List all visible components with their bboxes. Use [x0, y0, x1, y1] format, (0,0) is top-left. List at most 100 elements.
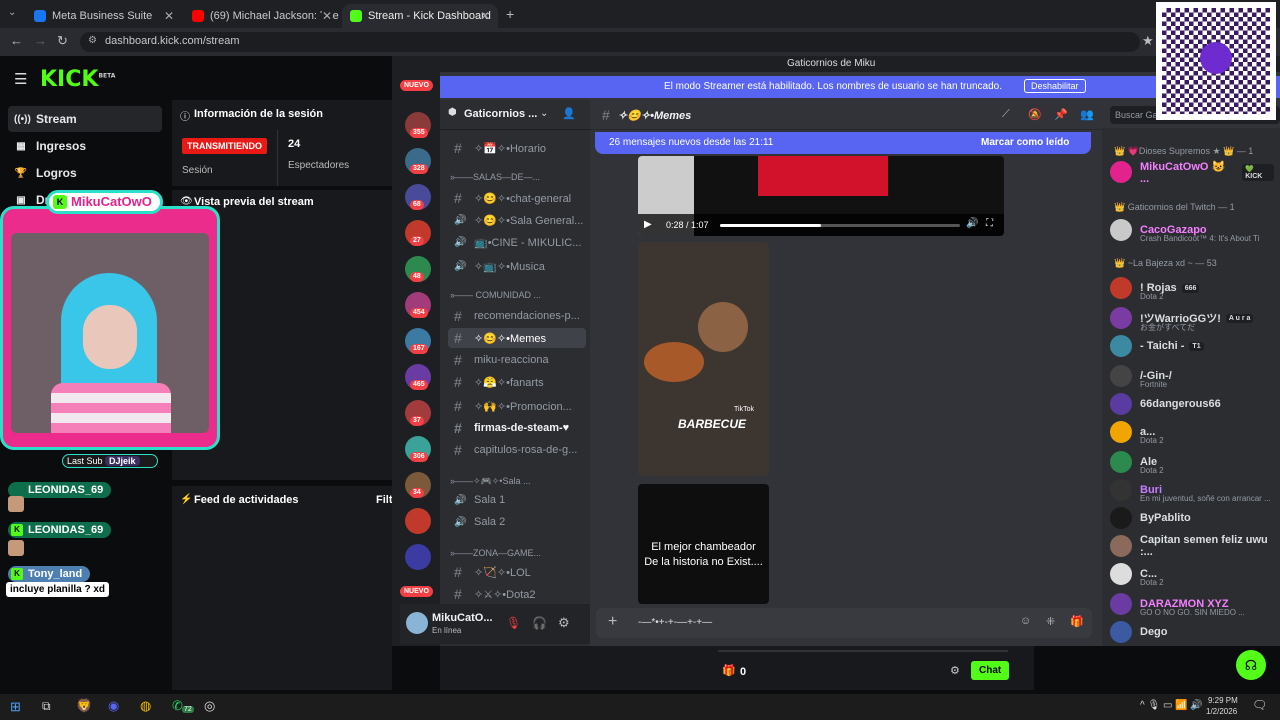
fullscreen-icon[interactable]: ⛶ [986, 218, 993, 229]
text-channel[interactable]: # ✧😤✧•fanarts [448, 372, 586, 392]
text-channel[interactable]: # ✧😊✧•Memes [448, 328, 586, 348]
speaker-icon: 🔊 [454, 260, 467, 272]
add-attachment-icon[interactable]: + [608, 613, 617, 631]
member-activity: Dota 2 [1140, 436, 1164, 445]
member-activity: Crash Bandicoot™ 4: It's About Ti [1140, 234, 1260, 243]
voice-channel[interactable]: 🔊 ✧📺✧•Musica [448, 256, 586, 276]
filter-button[interactable]: Filt [376, 494, 393, 506]
member-row[interactable]: !ツWarrioGGツ! A u r a お金がすべてだ [1110, 304, 1274, 332]
member-row[interactable]: Buri En mi juventud, soñé con arrancar ..… [1110, 476, 1274, 504]
close-icon[interactable]: ✕ [164, 9, 174, 23]
text-channel[interactable]: # ✧🏹✧•LOL [448, 562, 586, 582]
chrome-icon[interactable]: ◍ [140, 698, 151, 714]
pin-icon[interactable]: 📌 [1054, 108, 1068, 121]
chat-settings-icon[interactable]: ⚙ [950, 664, 960, 677]
voice-channel[interactable]: 🔊 Sala 1 [448, 490, 586, 510]
member-row[interactable]: /-Gin-/Fortnite [1110, 362, 1274, 390]
avatar[interactable] [406, 612, 428, 634]
member-row[interactable]: 66dangerous66 [1110, 390, 1274, 418]
back-icon[interactable]: ← [10, 33, 23, 48]
channel-category[interactable]: »——SALAS—DE—... [450, 172, 540, 182]
member-row[interactable]: ! Rojas 666 Dota 2 [1110, 274, 1274, 302]
server-header[interactable]: ⬢ Gaticornios ... ⌄ 👤 [440, 100, 590, 130]
kick-logo[interactable]: KICKBETA [40, 67, 115, 92]
voice-channel[interactable]: 🔊 Sala 2 [448, 512, 586, 532]
task-view-icon[interactable]: ⧉ [42, 699, 51, 714]
member-row[interactable]: - Taichi - T1 [1110, 332, 1274, 360]
forward-icon[interactable]: → [34, 33, 47, 48]
channel-category[interactable]: »——ZONA—GAME... [450, 548, 541, 558]
settings-gear-icon[interactable]: ⚙ [558, 615, 570, 631]
bookmark-star-icon[interactable]: ★ [1142, 33, 1154, 49]
close-icon[interactable]: ✕ [321, 9, 332, 23]
member-row[interactable]: Capitan semen feliz uwu :... [1110, 532, 1274, 560]
video-progress-track[interactable] [720, 224, 960, 227]
voice-channel[interactable]: 🔊 ✧😊✧•Sala General... [448, 210, 586, 230]
system-tray-icons[interactable]: ^ 🎙 ▭ 📶 🔊 [1140, 700, 1203, 711]
tab-search-icon[interactable]: ⌄ [8, 7, 16, 18]
member-row[interactable]: ByPablito [1110, 504, 1274, 532]
member-row[interactable]: a... Dota 2 [1110, 418, 1274, 446]
volume-icon[interactable]: 🔊 [966, 218, 978, 229]
emoji-icon[interactable]: ☺ [1020, 615, 1031, 627]
server-icon[interactable] [405, 544, 431, 570]
url-field[interactable]: ⚙ dashboard.kick.com/stream [80, 32, 1140, 52]
member-row[interactable]: C... Dota 2 [1110, 560, 1274, 588]
channel-category[interactable]: »—— COMUNIDAD ... [450, 290, 541, 300]
member-row[interactable]: CacoGazapo Crash Bandicoot™ 4: It's About… [1110, 216, 1274, 244]
add-member-icon[interactable]: 👤 [562, 107, 576, 120]
gift-icon[interactable]: 🎁 [1070, 615, 1084, 628]
discord-icon[interactable]: ◉ [108, 698, 119, 714]
member-activity: En mi juventud, soñé con arrancar ... [1140, 494, 1271, 503]
mark-read-button[interactable]: Marcar como leído [981, 137, 1069, 148]
tab-youtube[interactable]: (69) Michael Jackson: The Man ✕ [184, 4, 340, 28]
tab-meta[interactable]: Meta Business Suite ✕ [26, 4, 182, 28]
nav-logros[interactable]: 🏆 Logros [8, 160, 162, 186]
members-icon[interactable]: 👥 [1080, 108, 1094, 121]
headphones-icon[interactable]: 🎧 [532, 616, 547, 630]
close-icon[interactable]: ✕ [480, 9, 490, 23]
nav-ingresos[interactable]: ▦ Ingresos [8, 133, 162, 159]
message-composer[interactable]: + -—*•+-+-—+-+— ☺ ⁜ 🎁 [596, 608, 1092, 638]
text-channel[interactable]: # ✧😊✧•chat-general [448, 188, 586, 208]
nav-stream[interactable]: ((•)) Stream [8, 106, 162, 132]
notifications-icon[interactable]: 🗨 [1252, 698, 1267, 712]
tab-kick[interactable]: Stream - Kick Dashboard ✕ [342, 4, 498, 28]
chat-send-button[interactable]: Chat [971, 661, 1010, 680]
new-tab-icon[interactable]: + [506, 6, 514, 22]
mute-icon[interactable]: 🔕 [1028, 108, 1042, 121]
server-icon[interactable] [405, 508, 431, 534]
text-channel[interactable]: # ✧🙌✧•Promocion... [448, 396, 586, 416]
site-info-icon[interactable]: ⚙ [88, 35, 97, 46]
member-name: ByPablito [1140, 512, 1191, 524]
video-attachment[interactable]: ▶ 0:28 / 1:07 🔊 ⛶ [638, 156, 1004, 236]
obs-icon[interactable]: ◎ [204, 698, 215, 714]
text-channel[interactable]: # capitulos-rosa-de-g... [448, 440, 586, 460]
channel-category[interactable]: »——✧🎮✧•Sala ... [450, 476, 530, 487]
member-row[interactable]: Dego [1110, 618, 1274, 646]
meme-video[interactable]: El mejor chambeador De la historia no Ex… [638, 484, 769, 604]
whatsapp-icon[interactable]: ✆ [172, 698, 183, 714]
meme-image[interactable]: BARBECUE TikTok [638, 242, 769, 476]
text-channel[interactable]: # ✧📅✧•Horario [448, 138, 586, 158]
member-row[interactable]: DARAZMON XYZ GO O NO GO. SIN MIEDO ... [1110, 590, 1274, 618]
mic-muted-icon[interactable]: 🎙 [506, 616, 521, 630]
apps-icon[interactable]: ⁜ [1046, 615, 1055, 628]
play-icon[interactable]: ▶ [644, 219, 652, 230]
disable-streamer-mode-button[interactable]: Deshabilitar [1024, 79, 1086, 93]
voice-channel[interactable]: 🔊 📺•CINE - MIKULIC... [448, 232, 586, 252]
headset-icon[interactable]: ☊ [1236, 650, 1266, 680]
text-channel[interactable]: # ✧⚔✧•Dota2 [448, 584, 586, 604]
text-channel[interactable]: # firmas-de-steam-♥ [448, 418, 586, 438]
menu-icon[interactable]: ☰ [14, 70, 27, 88]
brave-icon[interactable]: 🦁 [76, 698, 92, 714]
member-row[interactable]: MikuCatOwO 😺 ... 💚KICK [1110, 158, 1274, 186]
member-row[interactable]: Ale Dota 2 [1110, 448, 1274, 476]
threads-icon[interactable]: ⟋ [1002, 108, 1010, 121]
unread-count-badge: 34 [410, 488, 424, 498]
text-channel[interactable]: # miku-reacciona [448, 350, 586, 370]
reload-icon[interactable]: ↻ [57, 33, 68, 49]
new-messages-bar[interactable]: 26 mensajes nuevos desde las 21:11 Marca… [595, 132, 1091, 154]
windows-start-icon[interactable]: ⊞ [10, 699, 21, 715]
text-channel[interactable]: # recomendaciones-p... [448, 306, 586, 326]
